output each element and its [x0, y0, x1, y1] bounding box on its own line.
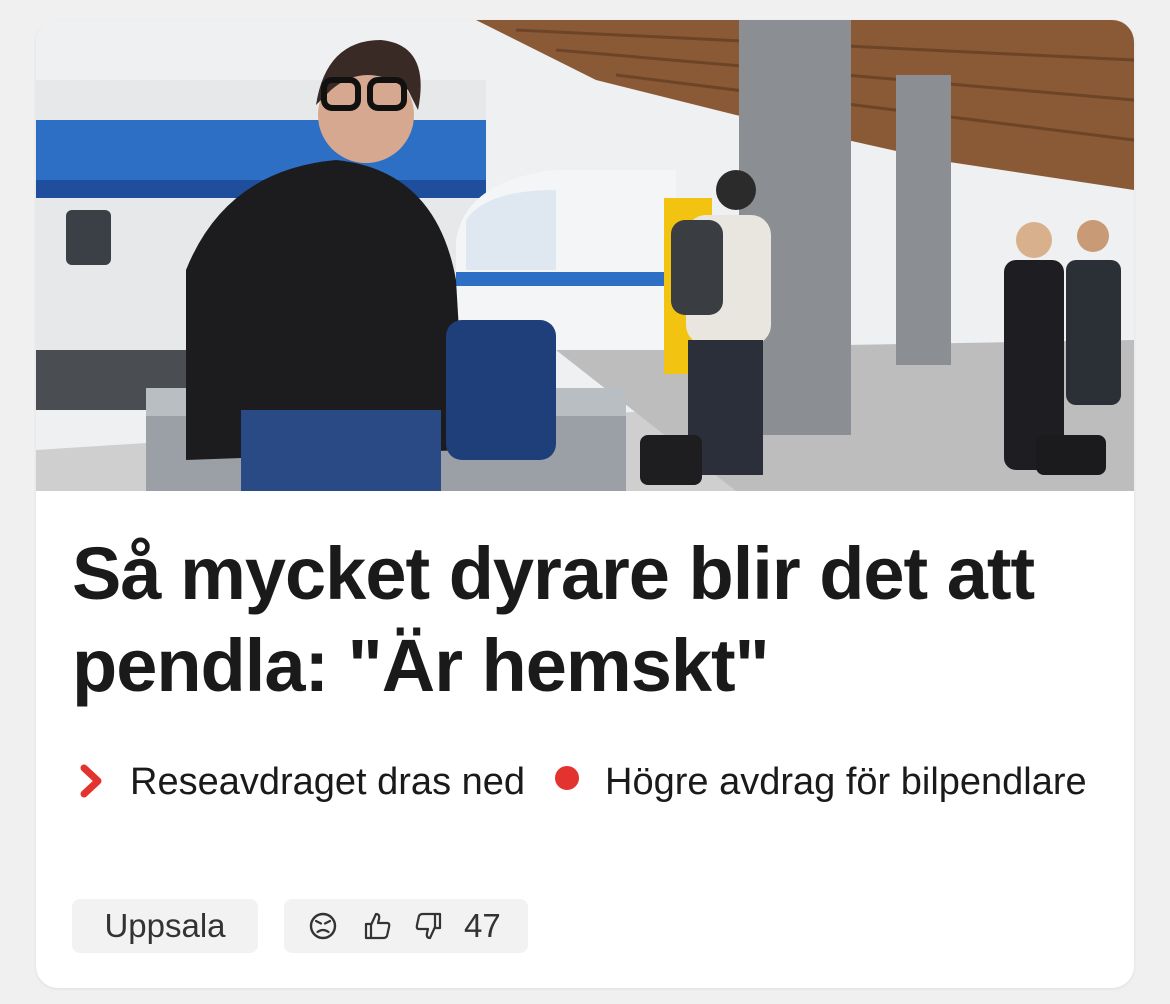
bullet-dot-icon [555, 766, 580, 790]
chevron-right-icon [80, 764, 102, 798]
thumbs-up-icon[interactable] [362, 911, 392, 941]
article-headline[interactable]: Så mycket dyrare blir det att pendla: "Ä… [72, 528, 1092, 712]
article-hero-image[interactable] [36, 20, 1134, 491]
reaction-count: 47 [464, 907, 501, 944]
lead-item-1: Reseavdraget dras ned [130, 761, 526, 803]
reactions-bar[interactable]: 47 [284, 899, 528, 953]
location-tag[interactable]: Uppsala [72, 899, 258, 953]
thumbs-down-icon[interactable] [414, 911, 444, 941]
lead-item-2: Högre avdrag för bilpendlare [605, 761, 1087, 803]
angry-face-icon[interactable] [308, 911, 338, 941]
article-card[interactable]: Så mycket dyrare blir det att pendla: "Ä… [36, 20, 1134, 988]
article-lead: Reseavdraget dras ned Högre avdrag för bi… [72, 746, 1092, 818]
